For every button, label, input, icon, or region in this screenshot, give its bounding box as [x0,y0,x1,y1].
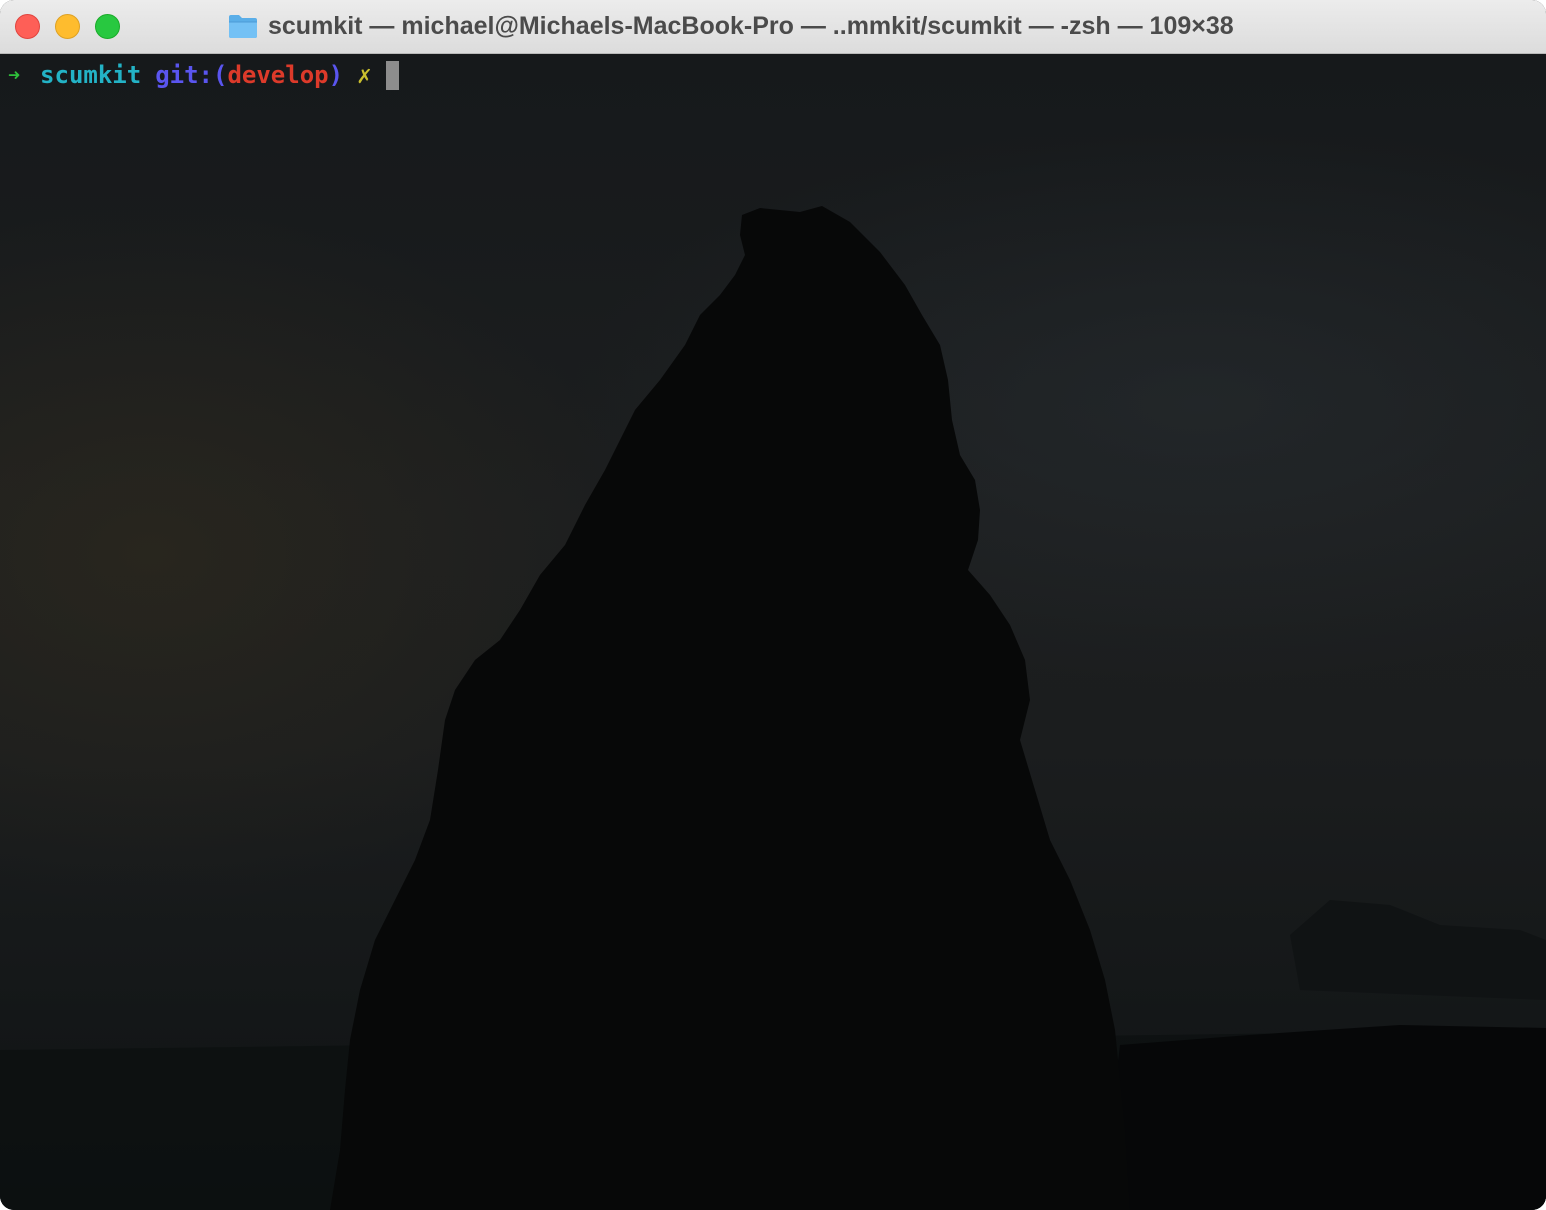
terminal-content[interactable]: ➜ scumkit git:( develop ) ✗ [0,54,1546,1210]
window-title-text: scumkit — michael@Michaels-MacBook-Pro —… [268,11,1234,40]
text-cursor[interactable] [385,60,399,90]
window-title: scumkit — michael@Michaels-MacBook-Pro —… [228,8,1234,44]
prompt-git-prefix: git:( [155,61,228,89]
background-rock-silhouette [0,206,1546,1210]
prompt-git-branch: develop [227,61,329,89]
prompt-arrow: ➜ [8,63,21,87]
folder-icon [229,15,257,38]
title-bar[interactable]: scumkit — michael@Michaels-MacBook-Pro —… [0,0,1546,54]
shell-prompt: ➜ scumkit git:( develop ) ✗ [8,60,399,90]
minimize-button[interactable] [55,14,80,39]
prompt-dirty-marker: ✗ [357,61,372,89]
close-button[interactable] [15,14,40,39]
prompt-directory: scumkit [40,61,142,89]
terminal-window: scumkit — michael@Michaels-MacBook-Pro —… [0,0,1546,1210]
zoom-button[interactable] [95,14,120,39]
prompt-git-suffix: ) [328,61,344,89]
